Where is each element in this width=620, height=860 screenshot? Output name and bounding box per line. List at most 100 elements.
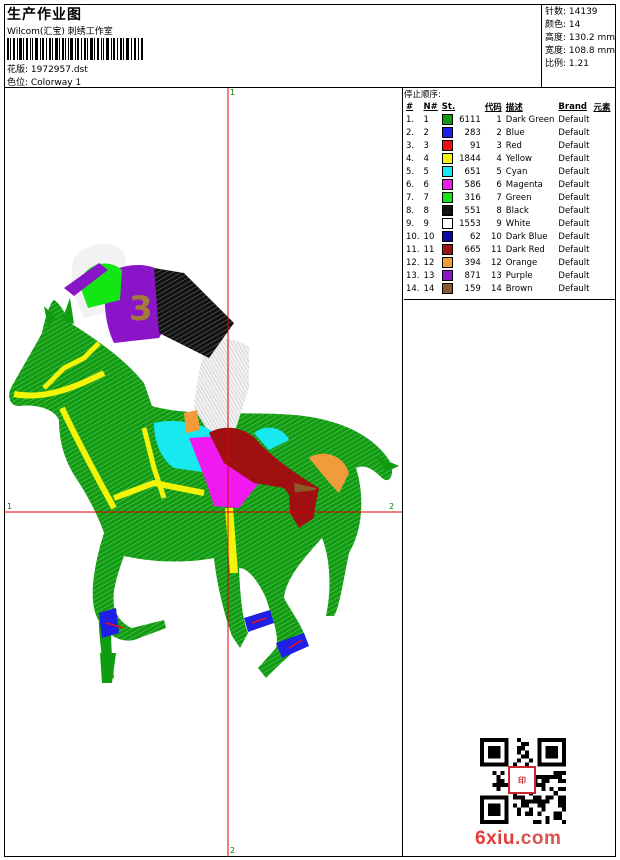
row-brand: Default	[558, 127, 590, 138]
stop-sequence-row: 1. 1 6111 1 Dark Green Default	[404, 113, 613, 126]
row-brand: Default	[558, 166, 590, 177]
row-description: Cyan	[505, 166, 528, 177]
row-element	[591, 243, 612, 256]
row-description: Dark Red	[505, 244, 545, 255]
stitch-count-cell: 871	[464, 271, 481, 281]
leg-wrap-rear	[99, 608, 119, 638]
col-header-needle: N#	[423, 101, 438, 112]
row-color-stitches: 1844	[440, 152, 483, 165]
row-code: 11	[490, 244, 502, 255]
row-brand: Default	[558, 283, 590, 294]
row-code: 9	[496, 218, 502, 229]
row-description: Orange	[505, 257, 538, 268]
row-color-stitches: 316	[440, 191, 483, 204]
row-element	[591, 217, 612, 230]
stitch-count-cell: 665	[464, 245, 481, 255]
color-swatch	[441, 127, 453, 138]
row-brand: Default	[558, 153, 590, 164]
row-index: 11.	[406, 244, 420, 255]
col-header-element: 元素	[593, 102, 611, 113]
stitch-count: 针数: 14139	[545, 7, 598, 17]
horse-rear-hoof	[100, 653, 116, 683]
company-name: Wilcom(汇宝) 刺绣工作室	[7, 27, 113, 37]
row-code: 10	[490, 231, 502, 242]
row-element	[591, 269, 612, 282]
row-code: 5	[496, 166, 502, 177]
row-description: White	[505, 218, 531, 229]
row-index: 7.	[406, 192, 415, 203]
row-color-stitches: 1553	[440, 217, 483, 230]
row-code: 14	[490, 283, 502, 294]
row-color-stitches: 651	[440, 165, 483, 178]
color-swatch	[441, 179, 453, 190]
row-needle: 4	[423, 153, 429, 164]
design-width: 宽度: 108.8 mm	[545, 46, 616, 56]
row-index: 13.	[406, 270, 420, 281]
row-color-stitches: 91	[440, 139, 483, 152]
stitch-count-cell: 62	[469, 232, 481, 242]
stop-sequence-row: 12. 12 394 12 Orange Default	[404, 256, 613, 269]
row-needle: 8	[423, 205, 429, 216]
row-index: 5.	[406, 166, 415, 177]
row-element	[591, 256, 612, 269]
row-index: 3.	[406, 140, 415, 151]
row-code: 1	[496, 114, 502, 125]
design-file-label: 花版: 1972957.dst	[7, 65, 88, 75]
row-brand: Default	[558, 218, 590, 229]
row-description: Dark Blue	[505, 231, 548, 242]
col-header-stitches: St.	[441, 101, 456, 112]
row-index: 14.	[406, 283, 420, 294]
row-brand: Default	[558, 114, 590, 125]
row-code: 2	[496, 127, 502, 138]
stop-sequence-row: 2. 2 283 2 Blue Default	[404, 126, 613, 139]
site-watermark: 6xiu.com	[475, 828, 561, 850]
stop-sequence-row: 6. 6 586 6 Magenta Default	[404, 178, 613, 191]
row-color-stitches: 586	[440, 178, 483, 191]
row-index: 2.	[406, 127, 415, 138]
axis-label-top: 1	[230, 88, 236, 97]
row-brand: Default	[558, 270, 590, 281]
axis-label-right: 2	[389, 502, 395, 511]
stop-sequence-row: 10. 10 62 10 Dark Blue Default	[404, 230, 613, 243]
stitch-count-cell: 586	[464, 180, 481, 190]
stop-sequence-panel: 停止顺序: # N# St. 代码 描述 Brand 元素 1. 1 6111 1 Da…	[404, 88, 616, 300]
barcode	[7, 38, 143, 60]
design-scale: 比例: 1.21	[545, 59, 589, 69]
row-needle: 9	[423, 218, 429, 229]
row-needle: 10	[423, 231, 435, 242]
color-swatch	[441, 140, 453, 151]
stop-sequence-row: 7. 7 316 7 Green Default	[404, 191, 613, 204]
stop-sequence-row: 5. 5 651 5 Cyan Default	[404, 165, 613, 178]
row-element	[591, 230, 612, 243]
row-needle: 5	[423, 166, 429, 177]
row-description: Dark Green	[505, 114, 555, 125]
color-swatch	[441, 166, 453, 177]
stop-sequence-row: 9. 9 1553 9 White Default	[404, 217, 613, 230]
watermark-prefix: 6xiu	[475, 828, 516, 849]
row-element	[591, 126, 612, 139]
page-title: 生产作业图	[7, 7, 82, 23]
stitch-count-cell: 91	[469, 141, 481, 151]
row-code: 8	[496, 205, 502, 216]
stitch-count-cell: 1553	[459, 219, 481, 229]
row-description: Yellow	[505, 153, 532, 164]
design-height: 高度: 130.2 mm	[545, 33, 616, 43]
horse-figure: 3	[9, 243, 399, 683]
row-element	[591, 139, 612, 152]
color-swatch	[441, 257, 453, 268]
color-swatch	[441, 192, 453, 203]
row-code: 4	[496, 153, 502, 164]
stop-sequence-row: 4. 4 1844 4 Yellow Default	[404, 152, 613, 165]
row-brand: Default	[558, 192, 590, 203]
stitch-count-cell: 651	[464, 167, 481, 177]
row-color-stitches: 665	[440, 243, 483, 256]
colorway-label: 色位: Colorway 1	[7, 78, 82, 88]
stop-sequence-row: 11. 11 665 11 Dark Red Default	[404, 243, 613, 256]
row-color-stitches: 871	[440, 269, 483, 282]
row-color-stitches: 283	[440, 126, 483, 139]
stop-sequence-row: 3. 3 91 3 Red Default	[404, 139, 613, 152]
color-count: 颜色: 14	[545, 20, 581, 30]
row-index: 8.	[406, 205, 415, 216]
stitch-count-cell: 283	[464, 128, 481, 138]
row-index: 10.	[406, 231, 420, 242]
